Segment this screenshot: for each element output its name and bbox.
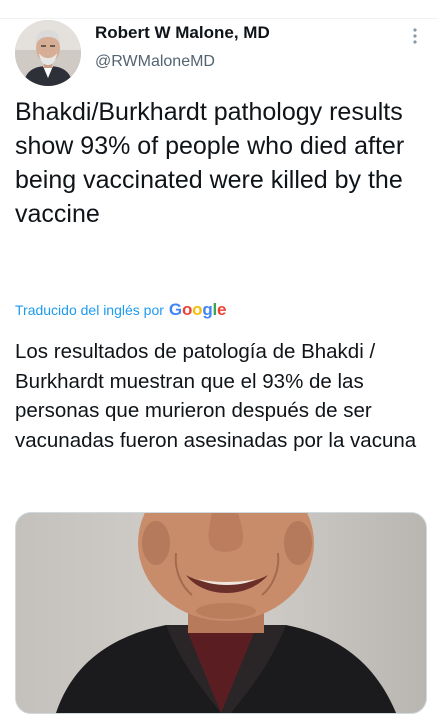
avatar-image (15, 20, 81, 86)
translation-attribution: Traducido del inglés por Google (15, 300, 227, 320)
google-logo-letter: g (202, 300, 213, 319)
google-logo: Google (168, 300, 227, 320)
display-name[interactable]: Robert W Malone, MD (95, 22, 270, 44)
tweet-media[interactable] (15, 512, 427, 714)
google-logo-letter: e (217, 300, 227, 319)
google-logo-letter: G (168, 300, 182, 319)
more-options-icon[interactable] (406, 24, 424, 48)
tweet-text: Bhakdi/Burkhardt pathology results show … (15, 98, 405, 228)
translated-by-link[interactable]: Traducido del inglés por (15, 302, 164, 318)
translated-text: Los resultados de patología de Bhakdi / … (15, 340, 417, 452)
top-divider (0, 0, 438, 19)
avatar[interactable] (15, 20, 81, 86)
media-photo (16, 513, 426, 713)
google-logo-letter: o (192, 300, 203, 319)
handle[interactable]: @RWMaloneMD (95, 52, 270, 72)
google-logo-letter: o (181, 300, 193, 319)
author-info[interactable]: Robert W Malone, MD @RWMaloneMD (95, 22, 270, 72)
